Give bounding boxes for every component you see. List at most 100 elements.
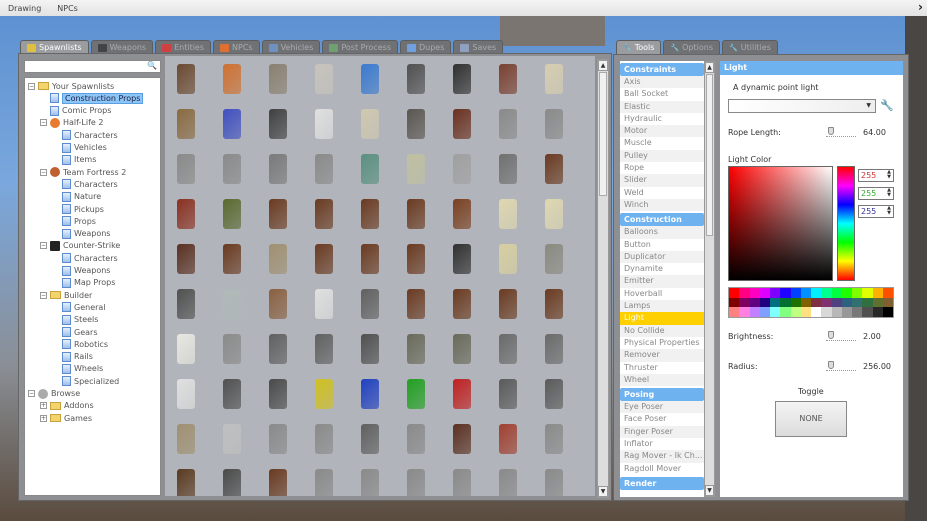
spawn-icon[interactable]: [171, 105, 201, 141]
tree-node[interactable]: Nature: [62, 191, 101, 203]
tool-item[interactable]: Remover: [620, 349, 704, 362]
tab-tools[interactable]: 🔧 Tools: [616, 40, 662, 54]
tab-vehicles[interactable]: Vehicles: [261, 40, 321, 54]
tab-weapons[interactable]: Weapons: [90, 40, 154, 54]
tool-item[interactable]: Eye Poser: [620, 401, 704, 414]
spawn-icon[interactable]: [263, 60, 293, 96]
tree-node[interactable]: Items: [62, 154, 96, 166]
spawn-icon[interactable]: [217, 420, 247, 456]
spawn-icon[interactable]: [447, 465, 477, 496]
spawn-icon[interactable]: [171, 195, 201, 231]
tool-item[interactable]: Thruster: [620, 362, 704, 374]
tool-item[interactable]: Weld: [620, 187, 704, 199]
color-picker-square[interactable]: [728, 166, 833, 281]
palette-swatch[interactable]: [872, 297, 883, 308]
spawn-icon[interactable]: [263, 330, 293, 366]
spawn-icon[interactable]: [355, 420, 385, 456]
tree-node[interactable]: − Half-Life 2: [40, 117, 103, 129]
color-b-input[interactable]: 255 ▲ ▼: [858, 205, 894, 218]
tree-node[interactable]: Characters: [62, 252, 118, 264]
spawn-icon[interactable]: [539, 285, 569, 321]
prop-scrollbar[interactable]: ▲ ▼: [597, 59, 609, 498]
palette-swatch[interactable]: [862, 297, 873, 308]
spawn-icon[interactable]: [263, 420, 293, 456]
tool-item[interactable]: Slider: [620, 174, 704, 187]
tool-item[interactable]: Rag Mover - Ik Ch...: [620, 450, 704, 463]
menu-drawing[interactable]: Drawing: [8, 4, 41, 13]
spawn-icon[interactable]: [217, 375, 247, 411]
palette-swatch[interactable]: [872, 307, 883, 317]
spawn-icon[interactable]: [217, 465, 247, 496]
spawn-icon[interactable]: [539, 330, 569, 366]
tool-item[interactable]: Button: [620, 239, 704, 251]
spawn-icon[interactable]: [401, 195, 431, 231]
spawn-icon[interactable]: [309, 240, 339, 276]
tree-node[interactable]: − Browse: [28, 388, 80, 400]
tool-item[interactable]: Muscle: [620, 137, 704, 149]
spawn-icon[interactable]: [447, 285, 477, 321]
palette-swatch[interactable]: [852, 307, 863, 317]
spawn-icon[interactable]: [493, 465, 523, 496]
tool-item[interactable]: Balloons: [620, 226, 704, 239]
palette-swatch[interactable]: [729, 297, 740, 308]
palette-swatch[interactable]: [852, 288, 863, 298]
spawn-icon[interactable]: [401, 150, 431, 186]
palette-swatch[interactable]: [831, 288, 842, 298]
palette-swatch[interactable]: [759, 297, 770, 308]
tree-node[interactable]: Characters: [62, 129, 118, 141]
spawn-icon[interactable]: [355, 60, 385, 96]
palette-swatch[interactable]: [831, 297, 842, 308]
palette-swatch[interactable]: [780, 307, 791, 317]
tool-item[interactable]: Inflator: [620, 438, 704, 450]
palette-swatch[interactable]: [852, 297, 863, 308]
tree-node[interactable]: − Your Spawnlists: [28, 80, 114, 92]
spawn-icon[interactable]: [171, 150, 201, 186]
search-input[interactable]: 🔍: [24, 60, 161, 73]
scroll-down-button[interactable]: ▼: [705, 485, 714, 496]
spawn-icon[interactable]: [263, 195, 293, 231]
tool-item[interactable]: Duplicator: [620, 250, 704, 264]
spawn-icon[interactable]: [401, 465, 431, 496]
tree-node[interactable]: General: [62, 301, 106, 313]
menu-npcs[interactable]: NPCs: [57, 4, 78, 13]
spawn-icon[interactable]: [539, 375, 569, 411]
tool-item[interactable]: Axis: [620, 76, 704, 89]
palette-swatch[interactable]: [790, 307, 801, 317]
spawn-icon[interactable]: [493, 420, 523, 456]
tree-node[interactable]: Wheels: [62, 363, 103, 375]
tool-item[interactable]: Pulley: [620, 149, 704, 163]
palette-swatch[interactable]: [862, 307, 873, 317]
spawn-icon[interactable]: [401, 330, 431, 366]
palette-swatch[interactable]: [770, 307, 781, 317]
color-r-input[interactable]: 255 ▲ ▼: [858, 169, 894, 182]
spawn-icon[interactable]: [493, 150, 523, 186]
spawn-icon[interactable]: [355, 285, 385, 321]
spawn-icon[interactable]: [401, 60, 431, 96]
brightness-slider[interactable]: [826, 331, 856, 341]
spawn-icon[interactable]: [263, 150, 293, 186]
chevron-right-icon[interactable]: ›: [918, 0, 923, 14]
expander-toggle[interactable]: −: [28, 390, 35, 397]
palette-swatch[interactable]: [759, 288, 770, 298]
palette-swatch[interactable]: [821, 288, 832, 298]
tool-category-header[interactable]: Posing: [620, 388, 704, 402]
spawn-icon[interactable]: [217, 240, 247, 276]
expander-toggle[interactable]: −: [40, 168, 47, 176]
tool-item[interactable]: Ragdoll Mover: [620, 463, 704, 475]
spawn-icon[interactable]: [309, 375, 339, 411]
scroll-down-button[interactable]: ▼: [598, 486, 608, 497]
spawn-icon[interactable]: [401, 375, 431, 411]
tool-item[interactable]: Winch: [620, 198, 704, 212]
spawn-icon[interactable]: [171, 285, 201, 321]
expander-toggle[interactable]: −: [40, 242, 47, 250]
spawn-icon[interactable]: [447, 330, 477, 366]
palette-swatch[interactable]: [780, 288, 791, 298]
spawn-icon[interactable]: [493, 60, 523, 96]
spawn-icon[interactable]: [309, 195, 339, 231]
radius-slider[interactable]: [826, 361, 856, 371]
palette-swatch[interactable]: [882, 288, 893, 298]
search-icon[interactable]: 🔍: [147, 61, 157, 70]
palette-swatch[interactable]: [831, 307, 842, 317]
tool-item[interactable]: Wheel: [620, 373, 704, 387]
palette-swatch[interactable]: [800, 288, 811, 298]
